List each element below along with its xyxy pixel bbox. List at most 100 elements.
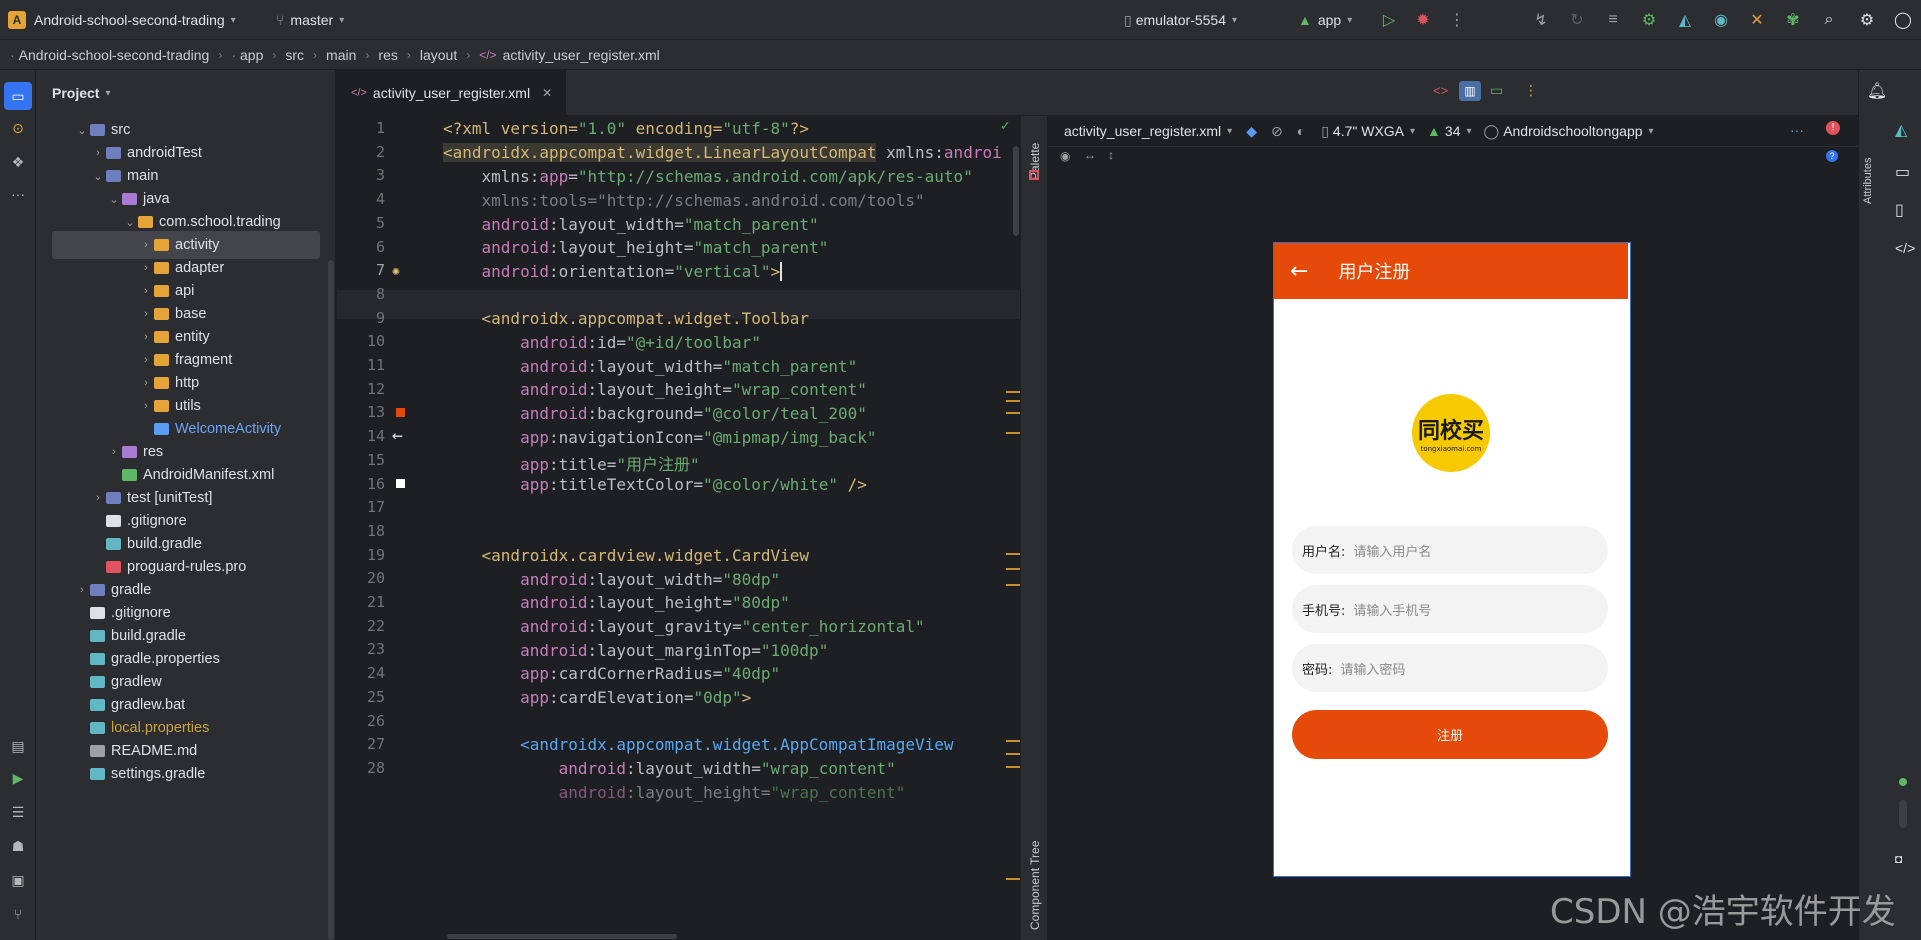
notifications-icon[interactable]: 🔔︎ [1863,78,1891,106]
more-horizontal-icon[interactable]: ··· [8,184,28,204]
breadcrumb-item[interactable]: activity_user_register.xml [503,47,660,63]
register-button[interactable]: 注册 [1292,710,1608,759]
toolbar-title: 用户注册 [1338,262,1411,283]
apply-code-changes-icon[interactable]: ↻ [1567,10,1587,30]
chevron-right-icon[interactable]: › [90,492,106,504]
line-number: 1 [375,119,385,137]
terminal-icon[interactable]: ▣ [8,870,28,890]
design-surface-icon[interactable]: ◆ [1246,123,1257,140]
eye-icon[interactable]: ◉ [1060,149,1070,163]
zoom-slider[interactable] [1899,800,1907,828]
device-selector[interactable]: ▯ emulator-5554 ▾ [1124,0,1237,40]
project-panel-header[interactable]: Project ▾ [36,70,352,116]
design-view-icon[interactable]: ▭ [1490,82,1503,99]
theme-selector[interactable]: Androidschooltongapp [1503,123,1642,139]
chevron-down-icon[interactable]: ⌄ [74,124,90,137]
component-tree-tab[interactable]: Component Tree [1028,810,1042,930]
password-label: 密码: [1302,662,1333,678]
version-control-icon[interactable]: ⑂ [8,904,28,924]
scrollbar[interactable] [1013,146,1019,236]
run-icon[interactable]: ▷ [1379,10,1399,30]
chevron-right-icon[interactable]: › [106,446,122,458]
split-view-icon[interactable]: ▥ [1459,81,1481,101]
help-icon[interactable]: ? [1826,150,1838,162]
back-arrow-preview-icon[interactable]: ← [392,425,403,446]
lightbulb-icon[interactable]: ✺ [392,264,400,279]
run-tool-icon[interactable]: ▶ [8,768,28,788]
breadcrumb-item[interactable]: Android-school-second-trading [19,47,210,63]
tree-item-label: java [143,191,170,207]
device-manager-icon[interactable]: ▯ [1895,200,1904,220]
gemini-icon[interactable]: ◭ [1895,120,1907,140]
breadcrumb-item[interactable]: app [240,47,263,63]
sdk-manager-icon[interactable]: ◉ [1711,10,1731,30]
layout-inspector-icon[interactable]: ▤ [8,736,28,756]
device-selector[interactable]: 4.7" WXGA [1333,123,1404,139]
sync-icon[interactable]: ≡ [1603,10,1623,30]
resource-manager-icon[interactable]: ❖ [8,152,28,172]
chevron-right-icon[interactable]: › [138,239,154,251]
device-manager-icon[interactable]: ◭ [1675,10,1695,30]
logcat-icon[interactable]: ☰ [8,802,28,822]
chevron-right-icon[interactable]: › [138,262,154,274]
night-mode-icon[interactable]: ◐ [1297,123,1305,139]
orientation-icon[interactable]: ⊘ [1271,123,1283,140]
build-tools-icon[interactable]: ✕ [1747,10,1767,30]
breadcrumb-item[interactable]: layout [420,47,457,63]
code-view-icon[interactable]: <> [1433,83,1448,98]
horizontal-scrollbar[interactable] [447,934,677,939]
chevron-right-icon[interactable]: › [138,400,154,412]
error-icon[interactable]: ! [1826,121,1840,135]
chevron-right-icon[interactable]: › [74,584,90,596]
scrollbar[interactable] [328,260,334,940]
tree-item[interactable]: settings.gradle [36,760,336,788]
color-swatch-icon[interactable] [396,408,405,417]
breadcrumb-item[interactable]: res [378,47,397,63]
running-devices-icon[interactable]: ▭ [1895,162,1910,182]
problems-icon[interactable]: ☗ [8,836,28,856]
chevron-down-icon[interactable]: ⌄ [90,170,106,183]
color-swatch-icon[interactable] [396,479,405,488]
more-vertical-icon[interactable]: ⋮ [1524,82,1538,99]
more-horizontal-icon[interactable]: ··· [1790,122,1804,138]
breadcrumb-item[interactable]: src [285,47,304,63]
project-switcher[interactable]: A Android-school-second-trading ▾ [8,0,236,40]
gradle-sync-icon[interactable]: ⚙ [1639,10,1659,30]
screenshot-icon[interactable]: ◘ [1895,852,1902,866]
vertical-resize-icon[interactable]: ↕ [1108,148,1114,162]
code-tool-icon[interactable]: </> [1895,240,1915,256]
code-editor[interactable]: 1 2 3 4 5 6 7 8 9 10 11 12 13 14 15 16 17 18 19 20 21 22 23 24 2… [337,116,1020,940]
search-icon[interactable]: ⌕ [1819,10,1839,30]
settings-icon[interactable]: ⚙ [1857,10,1877,30]
chevron-right-icon[interactable]: › [138,331,154,343]
chevron-down-icon[interactable]: ⌄ [106,193,122,206]
debug-icon[interactable]: ✹ [1413,10,1433,30]
apply-changes-icon[interactable]: ↯ [1531,10,1551,30]
branch-switcher[interactable]: ⑂ master ▾ [276,0,344,40]
api-level-selector[interactable]: 34 [1445,123,1461,139]
back-arrow-icon[interactable]: ← [1290,259,1308,284]
project-tool-icon[interactable]: ▭ [4,82,32,110]
chevron-down-icon[interactable]: ⌄ [122,216,138,229]
close-icon[interactable]: ✕ [542,86,552,100]
chevron-right-icon[interactable]: › [138,354,154,366]
chevron-right-icon[interactable]: › [138,377,154,389]
password-field[interactable]: 密码: 请输入密码 [1292,644,1608,692]
layout-file-selector[interactable]: activity_user_register.xml [1064,123,1221,139]
attributes-tab[interactable]: Attributes [1862,126,1874,204]
horizontal-resize-icon[interactable]: ↔ [1084,148,1096,162]
gradle-icon [90,630,105,642]
account-icon[interactable]: ◯ [1893,10,1913,30]
tab-activity-user-register[interactable]: </> activity_user_register.xml ✕ [337,70,567,118]
breadcrumb-item[interactable]: main [326,47,356,63]
run-config-selector[interactable]: ▲ app ▾ [1298,0,1352,40]
username-field[interactable]: 用户名: 请输入用户名 [1292,526,1608,574]
chevron-right-icon[interactable]: › [90,147,106,159]
more-vertical-icon[interactable]: ⋮ [1447,10,1467,30]
palette-icon[interactable] [1029,170,1039,180]
chevron-right-icon[interactable]: › [138,308,154,320]
phone-number-field[interactable]: 手机号: 请输入手机号 [1292,585,1608,633]
chevron-right-icon[interactable]: › [138,285,154,297]
gemini-icon[interactable]: ✾ [1783,10,1803,30]
commit-icon[interactable]: ⊙ [8,118,28,138]
